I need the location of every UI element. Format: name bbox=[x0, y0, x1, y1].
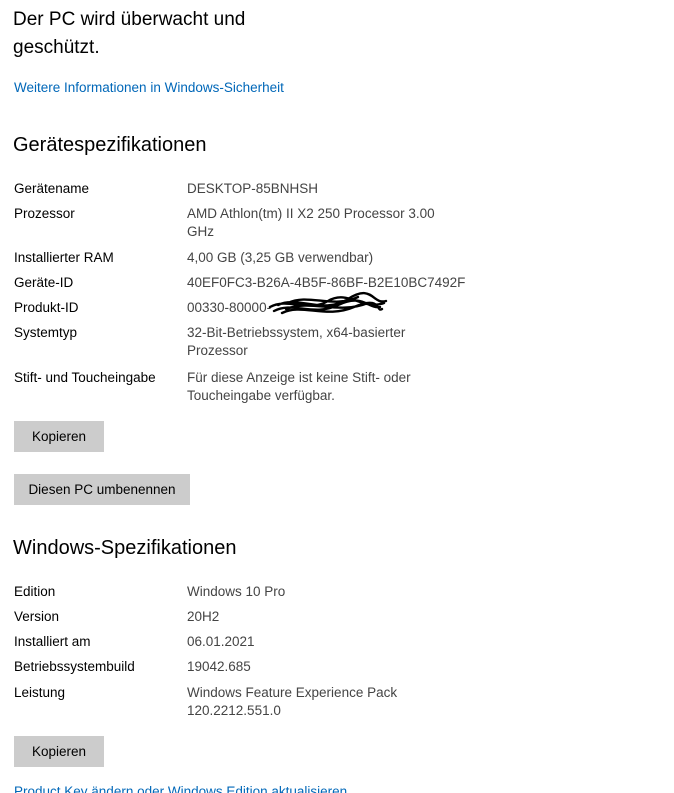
spec-value: AMD Athlon(tm) II X2 250 Processor 3.00 … bbox=[187, 206, 435, 239]
spec-row-system-type: Systemtyp 32-Bit-Betriebssystem, x64-bas… bbox=[14, 324, 474, 360]
spec-label: Produkt-ID bbox=[14, 300, 79, 315]
spec-row-product-id: Produkt-ID 00330-80000- bbox=[14, 299, 474, 317]
protection-status-title: Der PC wird überwacht und geschützt. bbox=[13, 9, 246, 58]
spec-row-installed-on: Installiert am 06.01.2021 bbox=[14, 633, 474, 651]
spec-row-edition: Edition Windows 10 Pro bbox=[14, 583, 474, 601]
change-product-key-link[interactable]: Product Key ändern oder Windows Edition … bbox=[14, 784, 347, 793]
windows-specs-heading: Windows-Spezifikationen bbox=[13, 537, 237, 559]
spec-row-ram: Installierter RAM 4,00 GB (3,25 GB verwe… bbox=[14, 249, 474, 267]
spec-row-os-build: Betriebssystembuild 19042.685 bbox=[14, 658, 474, 676]
spec-value: Windows Feature Experience Pack 120.2212… bbox=[187, 685, 398, 718]
spec-value: 06.01.2021 bbox=[187, 634, 255, 649]
spec-value: DESKTOP-85BNHSH bbox=[187, 181, 319, 196]
spec-row-experience: Leistung Windows Feature Experience Pack… bbox=[14, 684, 474, 720]
spec-row-version: Version 20H2 bbox=[14, 608, 474, 626]
spec-row-device-name: Gerätename DESKTOP-85BNHSH bbox=[14, 180, 474, 198]
spec-label: Betriebssystembuild bbox=[14, 659, 135, 674]
device-specs-heading: Gerätespezifikationen bbox=[13, 134, 207, 156]
spec-label: Gerätename bbox=[14, 181, 90, 196]
spec-value: 32-Bit-Betriebssystem, x64-basierter Pro… bbox=[187, 325, 406, 358]
spec-row-processor: Prozessor AMD Athlon(tm) II X2 250 Proce… bbox=[14, 205, 474, 241]
spec-value: 40EF0FC3-B26A-4B5F-86BF-B2E10BC7492F bbox=[187, 275, 466, 290]
redaction-scribble bbox=[268, 292, 388, 315]
spec-label: Leistung bbox=[14, 685, 66, 700]
spec-label: Geräte-ID bbox=[14, 275, 74, 290]
spec-label: Edition bbox=[14, 584, 56, 599]
spec-value: 4,00 GB (3,25 GB verwendbar) bbox=[187, 250, 374, 265]
spec-row-device-id: Geräte-ID 40EF0FC3-B26A-4B5F-86BF-B2E10B… bbox=[14, 274, 474, 292]
spec-label: Installierter RAM bbox=[14, 250, 114, 265]
spec-label: Installiert am bbox=[14, 634, 91, 649]
windows-security-link[interactable]: Weitere Informationen in Windows-Sicherh… bbox=[14, 80, 284, 95]
spec-value: 19042.685 bbox=[187, 659, 251, 674]
spec-value: 20H2 bbox=[187, 609, 220, 624]
spec-value: Windows 10 Pro bbox=[187, 584, 286, 599]
spec-label: Prozessor bbox=[14, 206, 75, 221]
spec-label: Stift- und Toucheingabe bbox=[14, 370, 156, 385]
rename-pc-button[interactable]: Diesen PC umbenennen bbox=[14, 474, 190, 505]
spec-label: Version bbox=[14, 609, 60, 624]
spec-label: Systemtyp bbox=[14, 325, 78, 340]
copy-device-specs-button[interactable]: Kopieren bbox=[14, 421, 104, 452]
spec-row-pen-touch: Stift- und Toucheingabe Für diese Anzeig… bbox=[14, 369, 474, 405]
copy-windows-specs-button[interactable]: Kopieren bbox=[14, 736, 104, 767]
spec-value: Für diese Anzeige ist keine Stift- oder … bbox=[187, 370, 411, 403]
